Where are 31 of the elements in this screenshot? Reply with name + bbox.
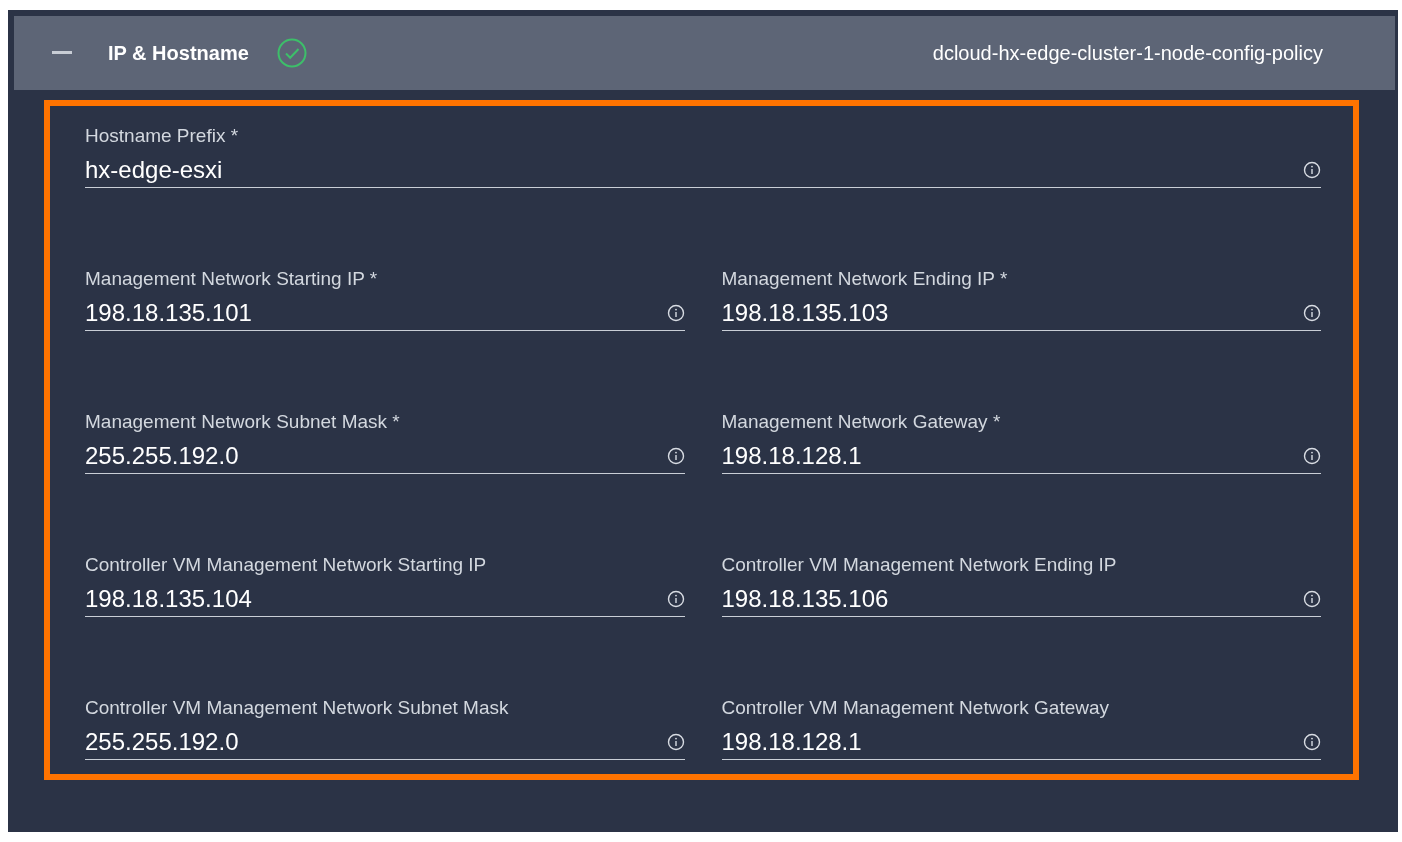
info-icon[interactable]	[666, 303, 685, 322]
collapse-icon[interactable]	[52, 51, 72, 55]
input-field[interactable]: 198.18.135.106	[721, 577, 1321, 617]
input-field[interactable]: 198.18.128.1	[721, 720, 1321, 760]
field-label: Controller VM Management Network Subnet Mask	[85, 696, 509, 720]
field-label: Management Network Subnet Mask *	[85, 410, 400, 434]
input-field[interactable]: 198.18.135.101	[85, 291, 685, 331]
input-field[interactable]: hx-edge-esxi	[85, 148, 1321, 188]
field-label: Management Network Gateway *	[721, 410, 1001, 434]
info-icon[interactable]	[1303, 732, 1321, 751]
field-label: Management Network Starting IP *	[85, 267, 378, 291]
input-field[interactable]: 198.18.128.1	[721, 434, 1321, 474]
info-icon[interactable]	[666, 732, 685, 751]
input-field[interactable]: 255.255.192.0	[85, 434, 685, 474]
section-title: IP & Hostname	[108, 41, 249, 65]
input-field[interactable]: 198.18.135.103	[721, 291, 1321, 331]
field-label: Hostname Prefix *	[85, 124, 239, 148]
input-field[interactable]: 198.18.135.104	[85, 577, 685, 617]
info-icon[interactable]	[1303, 160, 1321, 179]
section-header[interactable]: IP & Hostname dcloud-hx-edge-cluster-1-node-config-policy	[14, 16, 1395, 90]
field-label: Controller VM Management Network Ending IP	[721, 553, 1117, 577]
info-icon[interactable]	[666, 589, 685, 608]
field-label: Controller VM Management Network Gateway	[721, 696, 1110, 720]
field-label: Management Network Ending IP *	[721, 267, 1008, 291]
field-label: Controller VM Management Network Starting IP	[85, 553, 487, 577]
input-field[interactable]: 255.255.192.0	[85, 720, 685, 760]
info-icon[interactable]	[666, 446, 685, 465]
info-icon[interactable]	[1303, 446, 1321, 465]
info-icon[interactable]	[1303, 589, 1321, 608]
info-icon[interactable]	[1303, 303, 1321, 322]
policy-name: dcloud-hx-edge-cluster-1-node-config-policy	[932, 41, 1323, 65]
